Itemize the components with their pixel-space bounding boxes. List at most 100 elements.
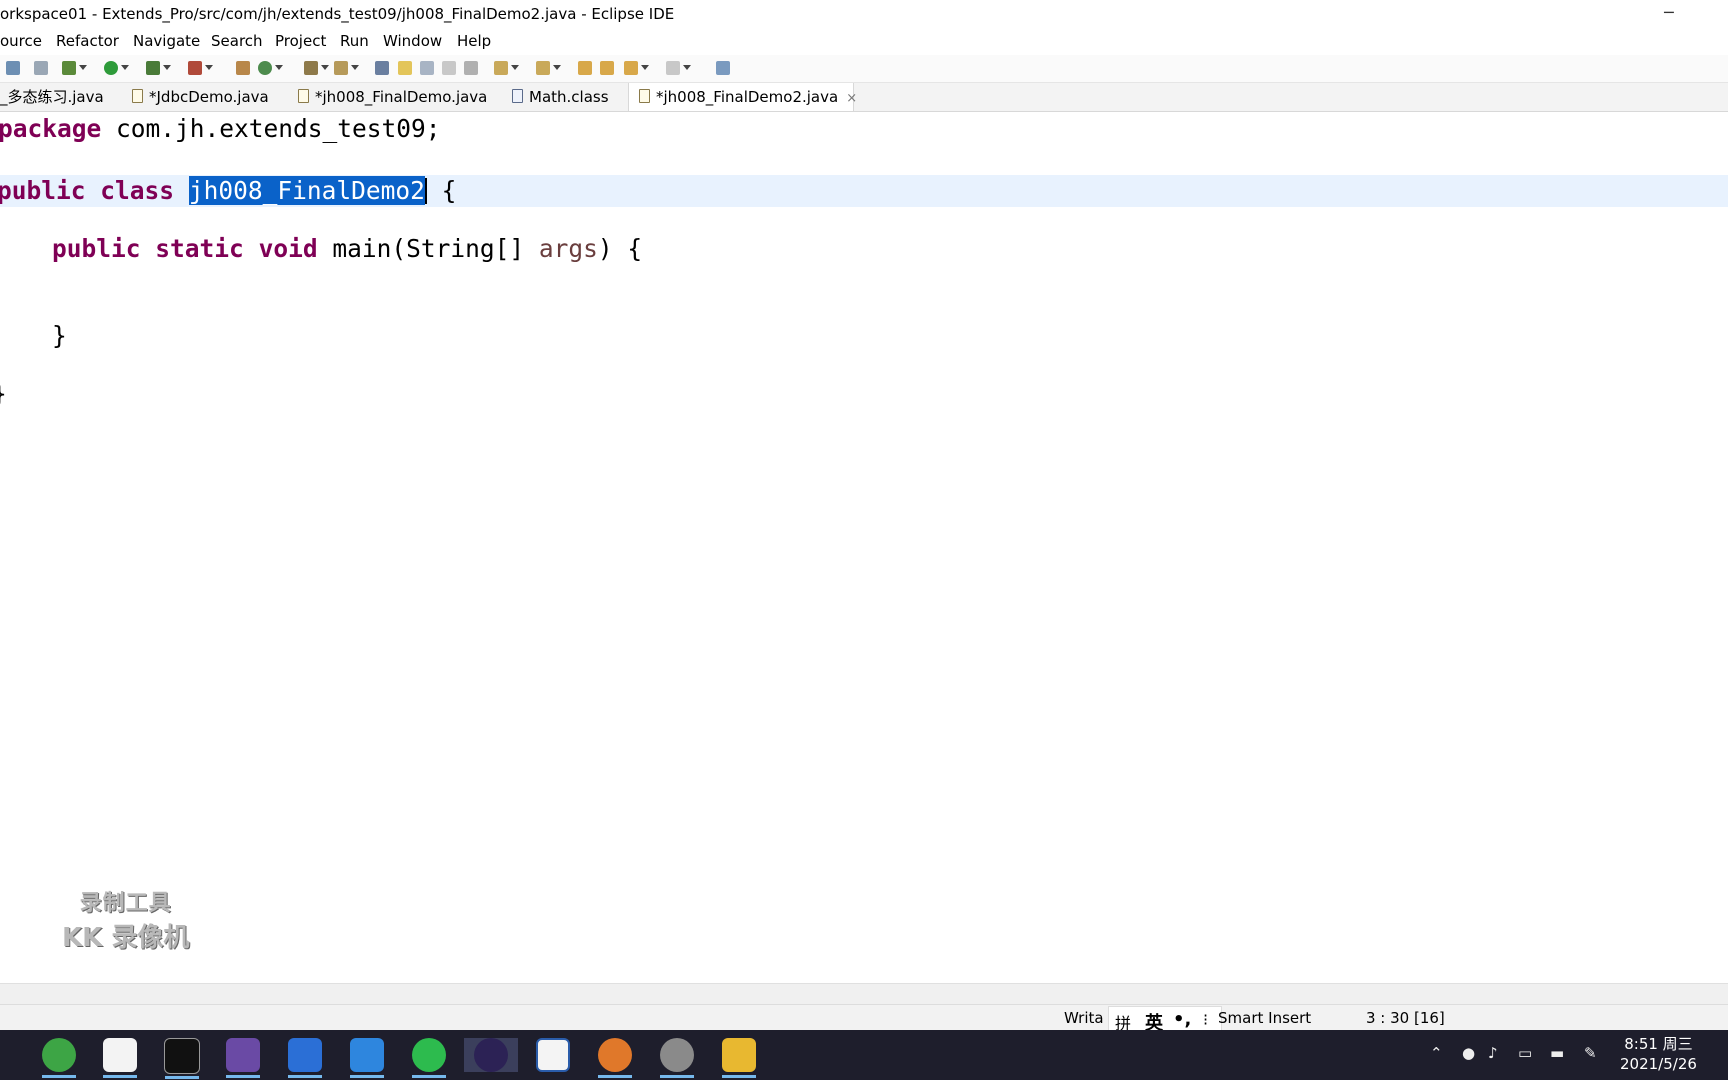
block-selection-icon[interactable] bbox=[442, 61, 456, 75]
menu-project[interactable]: Project bbox=[275, 32, 326, 50]
class-file-icon bbox=[512, 89, 523, 103]
tab-label: Math.class bbox=[529, 88, 609, 106]
cursor-position-status: 3 : 30 [16] bbox=[1366, 1009, 1445, 1027]
method-signature: main(String[] bbox=[317, 234, 539, 263]
next-annotation-icon[interactable] bbox=[494, 61, 519, 75]
battery-icon[interactable]: ▬ bbox=[1550, 1044, 1564, 1062]
open-type-icon[interactable] bbox=[304, 61, 329, 75]
search-icon[interactable] bbox=[334, 61, 359, 75]
open-perspective-icon[interactable] bbox=[716, 61, 730, 75]
menu-refactor[interactable]: Refactor bbox=[56, 32, 119, 50]
status-bar: Writa 拼 英 •, ⁝ Smart Insert 3 : 30 [16] bbox=[0, 1004, 1728, 1034]
save-all-icon[interactable] bbox=[6, 61, 20, 75]
back-arrow-icon[interactable] bbox=[600, 61, 614, 75]
menu-source[interactable]: ource bbox=[0, 32, 42, 50]
debug-icon[interactable] bbox=[62, 61, 87, 75]
code-line-class-declaration: public class jh008_FinalDemo2 { bbox=[0, 175, 1728, 207]
title-bar: orkspace01 - Extends_Pro/src/com/jh/exte… bbox=[0, 0, 1728, 30]
menu-navigate[interactable]: Navigate bbox=[133, 32, 200, 50]
parameter-name: args bbox=[538, 234, 598, 263]
clock-date: 2021/5/26 bbox=[1620, 1055, 1697, 1073]
open-brace: { bbox=[426, 176, 457, 205]
file-explorer-icon[interactable] bbox=[722, 1038, 756, 1078]
tab-label: *JdbcDemo.java bbox=[149, 88, 269, 106]
terminal-icon[interactable] bbox=[164, 1038, 200, 1079]
new-class-icon[interactable] bbox=[258, 61, 283, 75]
tray-expand-icon[interactable]: ⌃ bbox=[1430, 1044, 1443, 1062]
package-name: com.jh.extends_test09; bbox=[101, 114, 441, 143]
previous-annotation-icon[interactable] bbox=[536, 61, 561, 75]
insert-mode-status: Smart Insert bbox=[1218, 1009, 1312, 1027]
last-edit-icon[interactable] bbox=[578, 61, 592, 75]
ime-punctuation-toggle[interactable]: •, bbox=[1173, 1009, 1191, 1030]
skip-breakpoints-icon[interactable] bbox=[34, 61, 48, 75]
menu-run[interactable]: Run bbox=[340, 32, 369, 50]
close-tab-icon[interactable]: × bbox=[846, 91, 857, 106]
external-tools-icon[interactable] bbox=[188, 61, 213, 75]
qq-tray-icon[interactable]: ● bbox=[1462, 1044, 1475, 1062]
mark-occurrences-icon[interactable] bbox=[398, 61, 412, 75]
network-icon[interactable]: ▭ bbox=[1518, 1044, 1532, 1062]
window-title: orkspace01 - Extends_Pro/src/com/jh/exte… bbox=[0, 5, 675, 23]
code-line-main-method: public static void main(String[] args) { bbox=[52, 233, 642, 265]
tab-label: _多态练习.java bbox=[0, 88, 104, 106]
word-wrap-icon[interactable] bbox=[420, 61, 434, 75]
keyword: public bbox=[0, 176, 86, 205]
ime-more-icon[interactable]: ⁝ bbox=[1203, 1010, 1208, 1029]
show-whitespace-icon[interactable] bbox=[464, 61, 478, 75]
toolbar bbox=[0, 55, 1728, 83]
keyword: public bbox=[52, 234, 141, 263]
watermark-line-1: 录制工具 bbox=[79, 891, 172, 916]
code-line-package: package com.jh.extends_test09; bbox=[0, 113, 441, 145]
keyword: static bbox=[155, 234, 244, 263]
toggle-annotation-icon[interactable] bbox=[375, 61, 389, 75]
vscode-icon[interactable] bbox=[536, 1038, 570, 1072]
forward-icon[interactable] bbox=[666, 61, 691, 75]
browser-icon[interactable] bbox=[42, 1038, 76, 1078]
code-line-class-close: } bbox=[0, 378, 7, 410]
horizontal-scrollbar[interactable] bbox=[0, 983, 1728, 1004]
wechat-icon[interactable] bbox=[412, 1038, 446, 1078]
back-icon[interactable] bbox=[624, 61, 649, 75]
keyword: void bbox=[258, 234, 318, 263]
new-java-project-icon[interactable] bbox=[236, 61, 250, 75]
tab-polymorphism-java[interactable]: _多态练习.java bbox=[0, 83, 124, 111]
code-line-method-close: } bbox=[52, 320, 67, 352]
minimize-button[interactable]: ─ bbox=[1664, 3, 1674, 22]
close-brace: } bbox=[52, 321, 67, 350]
system-clock[interactable]: 8:51 周三 2021/5/26 bbox=[1620, 1034, 1697, 1074]
tab-finaldemo2-java[interactable]: *jh008_FinalDemo2.java × bbox=[628, 83, 857, 111]
eclipse-taskbar-button[interactable] bbox=[464, 1038, 518, 1072]
pen-icon[interactable]: ✎ bbox=[1584, 1044, 1597, 1062]
menu-help[interactable]: Help bbox=[457, 32, 491, 50]
java-file-icon bbox=[639, 89, 650, 103]
dolphin-icon[interactable] bbox=[226, 1038, 260, 1078]
wps-writer-icon[interactable] bbox=[288, 1038, 322, 1078]
volume-icon[interactable]: ♪ bbox=[1488, 1044, 1498, 1062]
notes-icon[interactable] bbox=[103, 1038, 137, 1078]
steam-icon[interactable] bbox=[660, 1038, 694, 1078]
bandicam-icon[interactable] bbox=[598, 1038, 632, 1078]
watermark-line-2: KK 录像机 bbox=[62, 923, 190, 953]
menu-search[interactable]: Search bbox=[211, 32, 263, 50]
clock-time: 8:51 周三 bbox=[1624, 1035, 1693, 1053]
code-editor[interactable]: package com.jh.extends_test09; public cl… bbox=[0, 112, 1728, 982]
taskbar: ⌃ ● ♪ ▭ ▬ ✎ 8:51 周三 2021/5/26 bbox=[0, 1030, 1728, 1080]
menu-window[interactable]: Window bbox=[383, 32, 442, 50]
ime-toolbar[interactable]: 拼 英 •, ⁝ bbox=[1108, 1006, 1222, 1034]
tab-finaldemo-java[interactable]: *jh008_FinalDemo.java bbox=[298, 83, 498, 111]
java-file-icon bbox=[298, 89, 309, 103]
writable-status: Writa bbox=[1064, 1009, 1104, 1027]
recorder-watermark: 录制工具 KK 录像机 bbox=[62, 885, 189, 954]
editor-tab-bar: _多态练习.java *JdbcDemo.java *jh008_FinalDe… bbox=[0, 83, 1728, 112]
close-brace: } bbox=[0, 379, 7, 408]
coverage-icon[interactable] bbox=[146, 61, 171, 75]
eclipse-icon bbox=[474, 1038, 508, 1072]
tab-jdbcdemo-java[interactable]: *JdbcDemo.java bbox=[132, 83, 290, 111]
tab-label: *jh008_FinalDemo.java bbox=[315, 88, 488, 106]
method-signature-tail: ) { bbox=[597, 234, 643, 263]
tab-math-class[interactable]: Math.class bbox=[512, 83, 630, 111]
contacts-icon[interactable] bbox=[350, 1038, 384, 1078]
run-icon[interactable] bbox=[104, 61, 129, 75]
keyword: package bbox=[0, 114, 102, 143]
